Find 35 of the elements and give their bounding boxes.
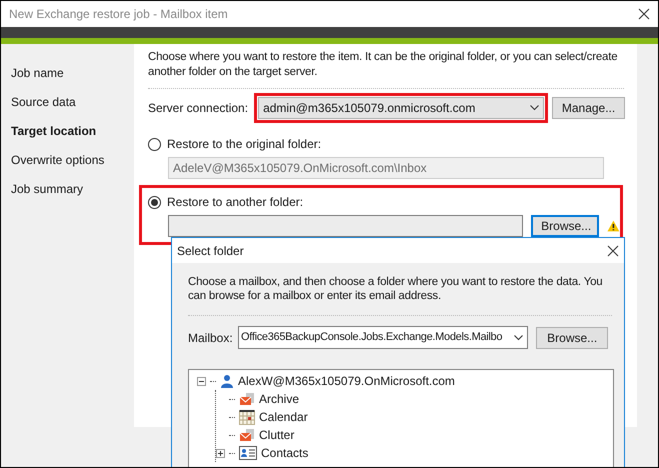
mail-folder-icon xyxy=(239,428,255,442)
radio-label[interactable]: Restore to another folder: xyxy=(167,193,304,211)
person-icon xyxy=(220,374,234,388)
sidebar-item[interactable]: Job name xyxy=(11,64,134,81)
sidebar-item[interactable]: Job summary xyxy=(11,180,134,197)
mailbox-combobox[interactable]: Office365BackupConsole.Jobs.Exchange.Models.Mailbo xyxy=(238,326,528,349)
chevron-down-icon xyxy=(530,105,540,111)
calendar-icon xyxy=(239,410,255,424)
tree-item[interactable]: Contacts xyxy=(261,444,308,462)
instruction-text: Choose a mailbox, and then choose a folder where you want to restore the data. You can browse for a mailbox or enter its email address. xyxy=(188,275,604,303)
close-icon[interactable] xyxy=(638,8,650,20)
contact-card-icon xyxy=(239,446,257,460)
server-dropdown[interactable]: admin@m365x105079.onmicrosoft.com xyxy=(258,97,544,119)
sidebar-item[interactable]: Target location xyxy=(11,122,134,139)
browse-button[interactable]: Browse... xyxy=(531,215,600,237)
dialog-title: Select folder xyxy=(177,242,244,260)
browse-button[interactable]: Browse... xyxy=(536,326,608,348)
field-label: Mailbox: xyxy=(188,330,230,346)
sidebar-item[interactable]: Overwrite options xyxy=(11,151,134,168)
sidebar-item[interactable]: Source data xyxy=(11,93,134,110)
folder-path-field[interactable] xyxy=(168,215,524,237)
tree-item[interactable]: Archive xyxy=(259,390,300,408)
expand-toggle-icon[interactable] xyxy=(216,448,225,458)
collapse-toggle-icon[interactable] xyxy=(197,376,206,386)
field-label: Server connection: xyxy=(148,100,248,117)
tree-item[interactable]: Calendar xyxy=(259,408,308,426)
chevron-down-icon xyxy=(514,334,524,340)
window-title: New Exchange restore job - Mailbox item xyxy=(9,6,228,23)
tree-item[interactable]: AlexW@M365x105079.OnMicrosoft.com xyxy=(238,372,455,390)
radio-button[interactable] xyxy=(148,196,161,208)
close-icon[interactable] xyxy=(607,244,619,256)
manage-button[interactable]: Manage... xyxy=(552,97,625,119)
tree-item[interactable]: Clutter xyxy=(259,426,294,444)
instruction-text: Choose where you want to restore the item. It can be the original folder, or you can select/create another folder on the target server. xyxy=(148,50,618,80)
mail-folder-icon xyxy=(239,392,255,406)
